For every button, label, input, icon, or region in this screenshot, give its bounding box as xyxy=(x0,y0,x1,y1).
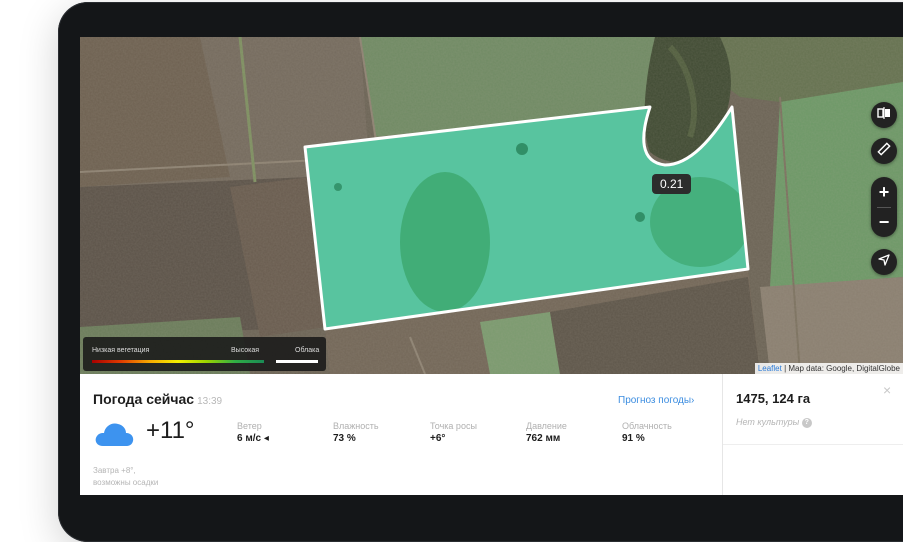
compare-icon xyxy=(877,106,891,125)
stat-label: Ветер xyxy=(237,421,262,431)
stat-label: Давление xyxy=(526,421,567,431)
zoom-in-button[interactable]: + xyxy=(871,177,897,207)
ndvi-value-tooltip: 0.21 xyxy=(652,174,692,194)
weather-title-text: Погода сейчас xyxy=(93,391,195,407)
field-info-card: 1475, 124 га Нет культуры ? × xyxy=(723,374,903,495)
stat-cloudiness: Облачность 91 % xyxy=(622,421,672,444)
stat-value: +6° xyxy=(430,433,446,444)
ndvi-legend: Низкая вегетация Высокая Облака xyxy=(83,337,326,371)
forecast-link[interactable]: Прогноз погоды› xyxy=(618,395,694,406)
stat-value: 762 мм xyxy=(526,433,561,444)
legend-clouds-label: Облака xyxy=(295,347,320,354)
zoom-out-button[interactable]: − xyxy=(871,208,897,237)
stat-label: Влажность xyxy=(333,421,379,431)
stat-wind: Ветер 6 м/с ◂ xyxy=(237,421,269,444)
tomorrow-line-1: Завтра +8°, xyxy=(93,466,136,475)
stat-humidity: Влажность 73 % xyxy=(333,421,379,444)
legend-high-label: Высокая xyxy=(231,347,260,354)
weather-card: Погода сейчас 13:39 Прогноз погоды› +11° … xyxy=(80,374,723,495)
legend-clouds-bar xyxy=(276,360,318,363)
app-screen: 0.21 + − Leaflet | Map data: Google, Dig… xyxy=(80,37,903,495)
satellite-imagery xyxy=(80,37,903,374)
close-button[interactable]: × xyxy=(883,382,891,398)
map-attribution: Leaflet | Map data: Google, DigitalGlobe xyxy=(754,363,903,374)
tomorrow-line-2: возможны осадки xyxy=(93,478,159,487)
field-crop: Нет культуры ? xyxy=(736,417,812,428)
satellite-map[interactable]: 0.21 + − Leaflet | Map data: Google, Dig… xyxy=(80,37,903,374)
stat-dew-point: Точка росы +6° xyxy=(430,421,477,444)
compare-button[interactable] xyxy=(871,102,897,128)
stat-value: 73 % xyxy=(333,433,356,444)
stat-pressure: Давление 762 мм xyxy=(526,421,567,444)
info-panel: Погода сейчас 13:39 Прогноз погоды› +11° … xyxy=(80,374,903,495)
weather-title: Погода сейчас 13:39 xyxy=(93,391,222,407)
divider xyxy=(723,444,903,445)
zoom-control: + − xyxy=(871,177,897,237)
field-crop-text: Нет культуры xyxy=(736,417,800,427)
weather-time: 13:39 xyxy=(197,396,223,407)
legend-low-label: Низкая вегетация xyxy=(92,347,150,354)
leaflet-link[interactable]: Leaflet xyxy=(758,364,782,373)
navigation-arrow-icon xyxy=(878,253,890,271)
stat-value: 91 % xyxy=(622,433,645,444)
stat-label: Точка росы xyxy=(430,421,477,431)
tomorrow-forecast: Завтра +8°, возможны осадки xyxy=(93,465,213,489)
stat-label: Облачность xyxy=(622,421,672,431)
locate-button[interactable] xyxy=(871,249,897,275)
current-temperature: +11° xyxy=(146,417,195,444)
help-icon[interactable]: ? xyxy=(801,417,812,428)
legend-gradient xyxy=(92,360,264,363)
attribution-text: | Map data: Google, DigitalGlobe xyxy=(781,364,900,373)
field-area: 1475, 124 га xyxy=(736,391,811,406)
ruler-button[interactable] xyxy=(871,138,897,164)
ruler-icon xyxy=(877,141,891,161)
stat-value: 6 м/с ◂ xyxy=(237,433,269,444)
cloud-icon xyxy=(93,421,135,452)
